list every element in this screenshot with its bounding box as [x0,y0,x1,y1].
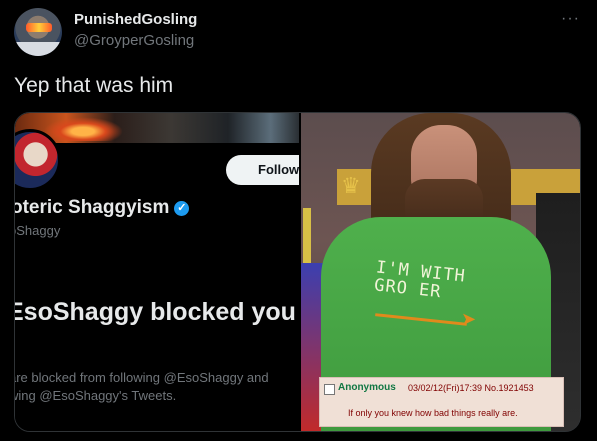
arrow-head-icon: ➤ [461,309,477,329]
blocked-description-line-2: wing @EsoShaggy's Tweets. [15,388,177,403]
crown-icon: ♛ [341,173,361,198]
media-grid[interactable]: Follow oteric Shaggyism ✓ oShaggy EsoShag… [14,112,581,432]
imageboard-post: Anonymous 03/02/12(Fri)17:39 No.1921453 … [319,377,564,427]
blocked-description: are blocked from following @EsoShaggy an… [15,369,299,405]
more-options-icon[interactable]: ··· [561,10,580,28]
blocked-title: EsoShaggy blocked you [15,298,296,326]
avatar-shirt [14,42,62,56]
tweet[interactable]: PunishedGosling @GroyperGosling ··· Yep … [0,0,597,441]
banner-fire [43,117,123,141]
avatar-sunglasses [26,23,52,32]
photo-image[interactable]: ♛ I'M WITH GRO ER ➤ Anonymous 03/02/12(F… [301,113,580,431]
verified-badge-icon: ✓ [174,201,190,216]
post-body: If only you knew how bad things really a… [348,408,518,418]
post-author: Anonymous [338,382,396,393]
display-name[interactable]: PunishedGosling [74,11,197,28]
profile-handle: oShaggy [15,223,61,238]
blocked-screenshot-image[interactable]: Follow oteric Shaggyism ✓ oShaggy EsoShag… [15,113,299,431]
profile-name: oteric Shaggyism ✓ [15,197,190,219]
follow-button: Follow [226,155,299,185]
user-handle[interactable]: @GroyperGosling [74,32,194,49]
user-avatar[interactable] [14,8,62,56]
profile-banner [15,113,299,143]
post-meta: 03/02/12(Fri)17:39 No.1921453 [408,383,534,393]
post-checkbox [324,384,335,395]
tweet-text: Yep that was him [14,74,174,97]
profile-name-text: oteric Shaggyism [15,197,170,218]
blocked-description-line-1: are blocked from following @EsoShaggy an… [15,370,269,385]
